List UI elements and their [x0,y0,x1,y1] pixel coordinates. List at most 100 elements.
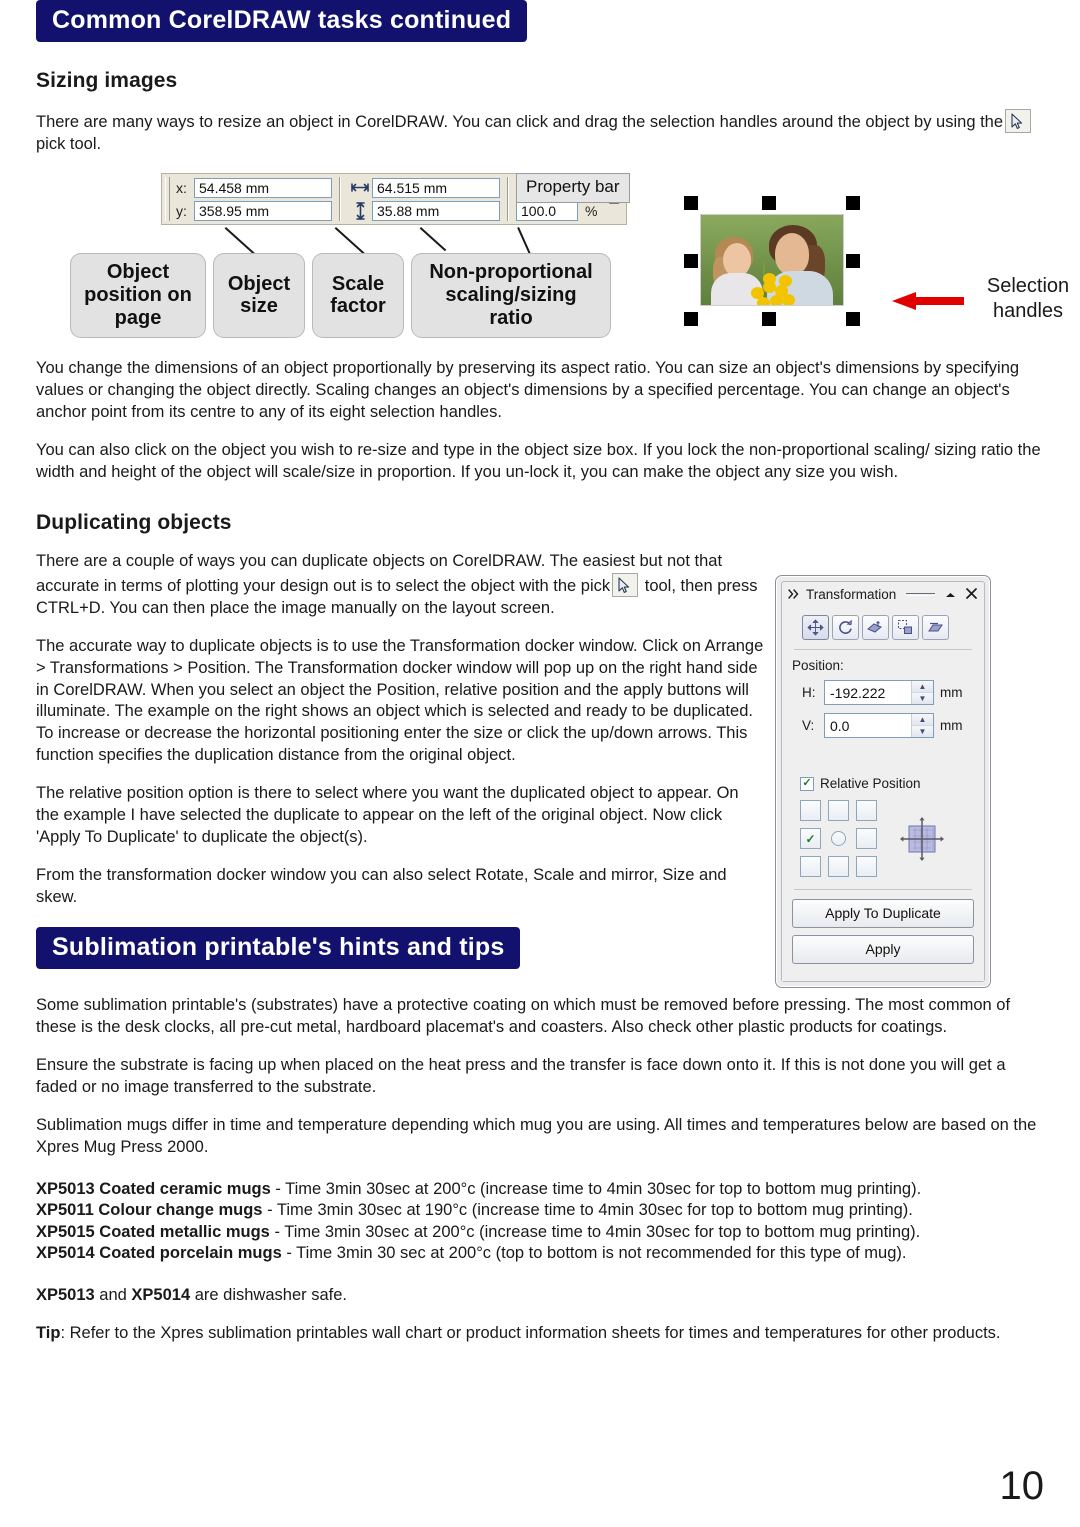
relative-position-label: Relative Position [820,776,921,791]
h-position-input[interactable] [825,681,911,704]
selection-handle-top-center[interactable] [762,196,776,211]
horizontal-size-icon [348,181,372,194]
mug-spec-details: - Time 3min 30 sec at 200°c (top to bott… [281,1244,907,1263]
mug-spec-code: XP5013 Coated ceramic mugs [36,1179,271,1198]
callout-object-size: Object size [213,253,305,338]
titlebar-rule [906,593,935,596]
anchor-cell-bottom-center[interactable] [828,856,849,877]
skew-tool-icon[interactable] [922,615,949,640]
docker-divider-1 [794,649,972,650]
selection-handles-figure: Selection handles [656,178,1069,348]
double-chevron-icon[interactable] [788,587,800,602]
anchor-cell-bottom-left[interactable] [800,856,821,877]
heading-sizing-images: Sizing images [36,69,178,93]
apply-button[interactable]: Apply [792,935,974,964]
tip-label: Tip [36,1323,61,1342]
scale-v-input[interactable]: 100.0 [516,200,578,221]
section-banner-corel: Common CorelDRAW tasks continued [36,0,1044,43]
position-label: Position: [792,658,844,673]
v-position-down-arrow[interactable]: ▼ [912,725,933,737]
v-unit-label: mm [940,718,963,733]
collapse-up-icon[interactable] [945,587,956,602]
selection-handle-top-right[interactable] [846,196,860,211]
selection-handle-middle-left[interactable] [684,254,698,269]
relative-position-checkbox[interactable]: ✓ [800,776,814,791]
property-bar-separator-2 [507,177,509,222]
anchor-preview-icon [899,816,945,862]
callout-object-position: Object position on page [70,253,206,338]
object-width-input[interactable]: 64.515 mm [372,177,500,198]
anchor-cell-top-center[interactable] [828,800,849,821]
docker-spacer [792,746,974,772]
paragraph-sublimation-3: Sublimation mugs differ in time and temp… [36,1115,1037,1156]
h-position-arrows[interactable]: ▲ ▼ [911,681,933,704]
banner-title-corel: Common CorelDRAW tasks continued [36,0,528,43]
h-position-stepper[interactable]: ▲ ▼ [824,680,934,705]
pick-tool-icon [612,572,639,597]
v-position-up-arrow[interactable]: ▲ [912,714,933,725]
property-bar-grip[interactable] [165,177,170,222]
relative-position-checkbox-row[interactable]: ✓ Relative Position [800,776,974,791]
scale-v-percent-label: % [585,202,598,219]
page-number: 10 [999,1464,1045,1508]
selection-handle-bottom-center[interactable] [762,312,776,327]
transformation-docker-titlebar[interactable]: Transformation [782,582,984,606]
x-position-input[interactable]: 54.458 mm [194,177,332,198]
dishwasher-code-1: XP5013 [36,1285,95,1304]
transformation-docker-inner: Transformation Position: H: -192.222 ▲ ▼… [781,581,985,982]
size-tool-icon[interactable] [892,615,919,640]
object-position-x-row: x: 54.458 mm [176,177,332,198]
object-size-group: 64.515 mm 35.88 mm [348,177,500,221]
property-bar-separator-1 [339,177,341,222]
object-height-input[interactable]: 35.88 mm [372,200,500,221]
mug-spec-list: XP5013 Coated ceramic mugs - Time 3min 3… [36,1179,1044,1265]
v-position-stepper[interactable]: ▲ ▼ [824,713,934,738]
anchor-cell-top-right[interactable] [856,800,877,821]
paragraph-sublimation-1: Some sublimation printable's (substrates… [36,996,1011,1037]
y-position-input[interactable]: 358.95 mm [194,200,332,221]
paragraph-sizing-intro-text1: There are many ways to resize an object … [36,113,1004,132]
mug-spec-code: XP5014 Coated porcelain mugs [36,1244,282,1263]
dishwasher-tail-text: are dishwasher safe. [190,1285,347,1304]
docker-divider-2 [794,889,972,890]
mug-spec-details: - Time 3min 30sec at 200°c (increase tim… [270,1179,922,1198]
dishwasher-code-2: XP5014 [131,1285,191,1304]
anchor-cell-center[interactable] [828,828,849,849]
position-tool-icon[interactable] [802,615,829,640]
apply-to-duplicate-button[interactable]: Apply To Duplicate [792,899,974,928]
anchor-cell-bottom-right[interactable] [856,856,877,877]
transformation-docker[interactable]: Transformation Position: H: -192.222 ▲ ▼… [775,575,991,988]
anchor-cell-middle-left[interactable]: ✓ [800,828,821,849]
horizontal-position-row: H: ▲ ▼ mm [792,680,974,705]
sample-photo[interactable] [700,214,844,307]
transformation-docker-title: Transformation [806,587,897,602]
scale-mirror-tool-icon[interactable] [862,615,889,640]
selection-handle-bottom-left[interactable] [684,312,698,327]
h-position-up-arrow[interactable]: ▲ [912,681,933,692]
v-position-arrows[interactable]: ▲ ▼ [911,714,933,737]
anchor-cell-middle-right[interactable] [856,828,877,849]
anchor-cell-top-left[interactable] [800,800,821,821]
h-label: H: [802,685,816,700]
left-arrow-icon [890,292,964,311]
banner-title-sublimation: Sublimation printable's hints and tips [36,926,521,970]
property-bar-callouts: Object position on page Object size Scal… [70,253,611,338]
pick-tool-icon [1005,109,1032,134]
object-height-row: 35.88 mm [348,200,500,221]
dishwasher-mid-text: and [94,1285,132,1304]
rotate-tool-icon[interactable] [832,615,859,640]
anchor-selector: ✓ [800,800,974,877]
paragraph-sublimation-2: Ensure the substrate is facing up when p… [36,1056,1006,1096]
paragraph-tip: Tip: Refer to the Xpres sublimation prin… [36,1323,1044,1345]
selection-handle-top-left[interactable] [684,196,698,211]
leader-line-3 [419,227,447,252]
selection-handle-bottom-right[interactable] [846,312,860,327]
selection-handle-middle-right[interactable] [846,254,860,269]
close-icon[interactable] [966,587,977,602]
paragraph-duplicating-4: From the transformation docker window yo… [36,866,727,906]
v-position-input[interactable] [825,714,911,737]
y-label: y: [176,202,187,219]
callout-scale-factor: Scale factor [312,253,404,338]
h-position-down-arrow[interactable]: ▼ [912,692,933,704]
mug-spec-row: XP5014 Coated porcelain mugs - Time 3min… [36,1243,1044,1264]
